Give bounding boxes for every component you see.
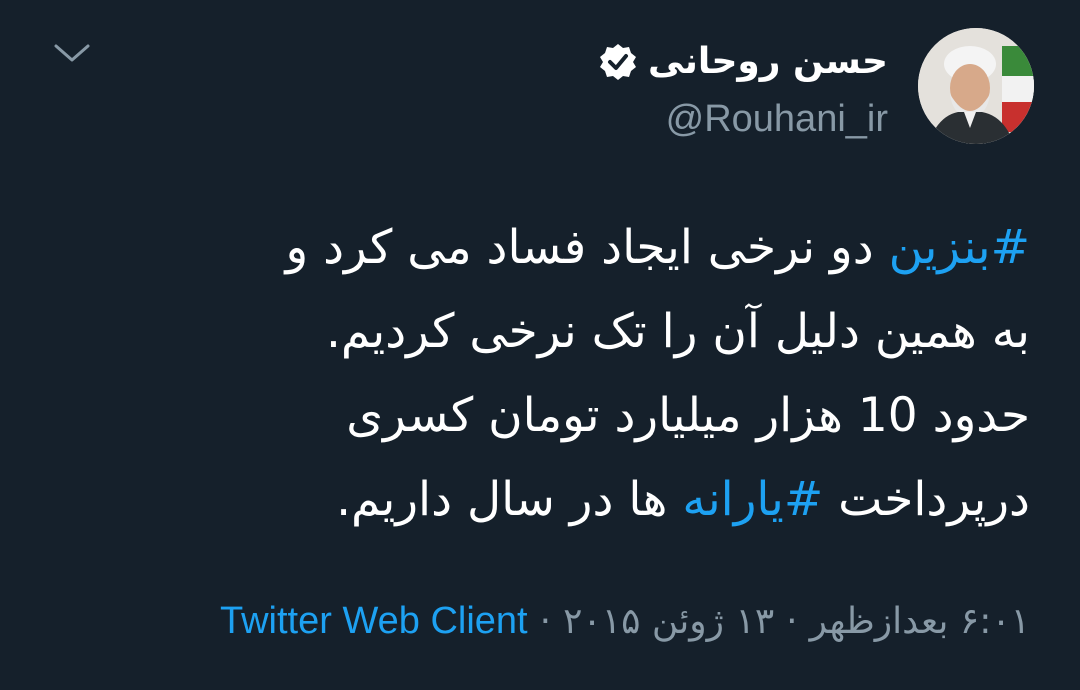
separator-dot: · (539, 601, 552, 642)
avatar-image (918, 28, 1034, 144)
author-name[interactable]: حسن روحانی (648, 44, 888, 80)
author-block: حسن روحانی @Rouhani_ir (598, 32, 888, 138)
name-row: حسن روحانی (598, 32, 888, 92)
tweet-line-1: #بنزین دو نرخی ایجاد فساد می کرد و (40, 206, 1030, 290)
hashtag-link[interactable]: #یارانه (682, 472, 823, 527)
separator-dot: · (786, 601, 798, 642)
client-link[interactable]: Twitter Web Client (220, 600, 528, 642)
tweet-card: حسن روحانی @Rouhani_ir #بنزین دو نرخی ای… (0, 0, 1080, 690)
tweet-line-3: حدود 10 هزار میلیارد تومان کسری (346, 388, 1030, 443)
avatar[interactable] (918, 28, 1034, 144)
tweet-line-text: دو نرخی ایجاد فساد می کرد و (285, 220, 889, 275)
hashtag-link[interactable]: #بنزین (889, 220, 1030, 275)
tweet-time[interactable]: ۶:۰۱ بعدازظهر (810, 601, 1030, 642)
chevron-down-icon[interactable] (50, 38, 94, 68)
verified-badge-icon (599, 44, 636, 80)
tweet-date[interactable]: ۱۳ ژوئن ۲۰۱۵ (563, 601, 774, 642)
tweet-line-text: درپرداخت (823, 472, 1030, 527)
tweet-line-text: ها در سال داریم. (336, 472, 683, 527)
tweet-text: #بنزین دو نرخی ایجاد فساد می کرد و به هم… (40, 206, 1030, 542)
tweet-meta: ۶:۰۱ بعدازظهر · ۱۳ ژوئن ۲۰۱۵ · Twitter Web C… (220, 596, 1030, 647)
author-handle[interactable]: @Rouhani_ir (598, 100, 888, 138)
tweet-line-2: به همین دلیل آن را تک نرخی کردیم. (325, 304, 1030, 359)
tweet-line-4: درپرداخت #یارانه ها در سال داریم. (40, 458, 1030, 542)
